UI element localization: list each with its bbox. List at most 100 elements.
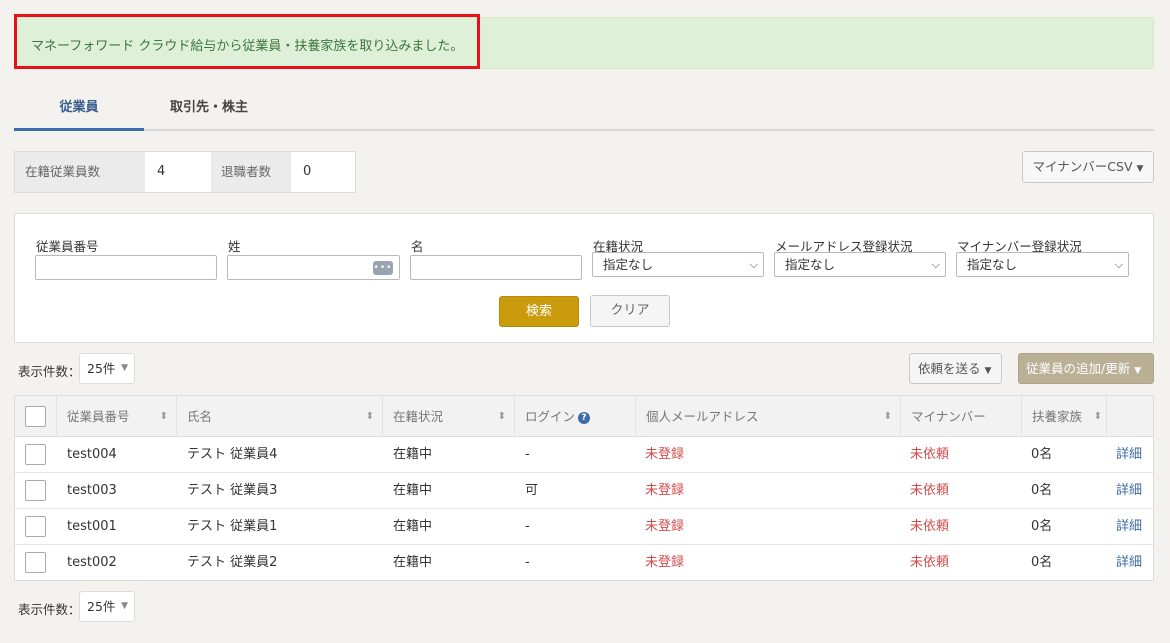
- caret-down-icon: ▼: [1136, 164, 1144, 174]
- row-checkbox[interactable]: [25, 552, 46, 573]
- caret-down-icon: ▼: [121, 601, 128, 611]
- mynumber-cell: 未依頼: [910, 555, 950, 570]
- status-cell: 在籍中: [393, 483, 433, 498]
- first-name-input[interactable]: [410, 255, 582, 280]
- alert-highlight-box: [14, 14, 480, 69]
- header-name-label: 氏名: [187, 409, 213, 424]
- table-row: test003 テスト 従業員3 在籍中 可 未登録 未依頼 0名 詳細: [15, 473, 1153, 509]
- header-login: ログイン?: [515, 396, 636, 437]
- sort-icon: ⬍: [159, 411, 168, 422]
- tab-employees[interactable]: 従業員: [14, 88, 144, 131]
- chevron-down-icon: ⌵: [1114, 258, 1123, 271]
- table-row: test002 テスト 従業員2 在籍中 - 未登録 未依頼 0名 詳細: [15, 545, 1153, 581]
- name-cell: テスト 従業員2: [187, 555, 278, 570]
- name-cell: テスト 従業員1: [187, 519, 278, 534]
- tab-bar: 従業員 取引先・株主: [14, 88, 1154, 131]
- caret-down-icon: ▼: [121, 363, 128, 373]
- active-count-value: 4: [145, 152, 211, 192]
- per-page-dropdown[interactable]: 25件 ▼: [79, 353, 135, 384]
- email-cell: 未登録: [645, 447, 685, 462]
- status-cell: 在籍中: [393, 555, 433, 570]
- name-cell: テスト 従業員3: [187, 483, 278, 498]
- dependents-cell: 0名: [1031, 447, 1053, 462]
- email-status-select-value: 指定なし: [785, 257, 836, 272]
- header-mynumber-label: マイナンバー: [911, 409, 986, 424]
- mynumber-status-select-value: 指定なし: [967, 257, 1018, 272]
- mynumber-csv-label: マイナンバーCSV: [1032, 159, 1133, 174]
- employee-no-cell: test003: [67, 483, 117, 498]
- more-dots-icon[interactable]: •••: [373, 261, 393, 275]
- header-name[interactable]: 氏名 ⬍: [177, 396, 383, 437]
- per-page-dropdown[interactable]: 25件 ▼: [79, 591, 135, 622]
- caret-down-icon: ▼: [984, 366, 992, 376]
- email-status-select[interactable]: 指定なし ⌵: [774, 252, 946, 277]
- dependents-cell: 0名: [1031, 519, 1053, 534]
- first-name-label: 名: [411, 239, 424, 254]
- sort-icon: ⬍: [497, 411, 506, 422]
- header-employee-no[interactable]: 従業員番号 ⬍: [57, 396, 177, 437]
- employee-counts: 在籍従業員数 4 退職者数 0: [14, 151, 356, 193]
- dependents-cell: 0名: [1031, 555, 1053, 570]
- row-checkbox[interactable]: [25, 516, 46, 537]
- tab-clients-shareholders[interactable]: 取引先・株主: [144, 88, 274, 131]
- header-login-label: ログイン: [525, 409, 576, 424]
- sort-icon: ⬍: [1093, 411, 1102, 422]
- status-select[interactable]: 指定なし ⌵: [592, 252, 764, 277]
- select-all-checkbox[interactable]: [25, 406, 46, 427]
- row-checkbox[interactable]: [25, 444, 46, 465]
- mynumber-cell: 未依頼: [910, 483, 950, 498]
- detail-link[interactable]: 詳細: [1116, 437, 1142, 473]
- per-page-label: 表示件数：: [18, 364, 81, 379]
- header-dependents[interactable]: 扶養家族 ⬍: [1022, 396, 1107, 437]
- header-employee-no-label: 従業員番号: [67, 409, 130, 424]
- employee-no-input[interactable]: [35, 255, 217, 280]
- per-page-label: 表示件数：: [18, 602, 81, 617]
- search-button[interactable]: 検索: [499, 296, 579, 327]
- chevron-down-icon: ⌵: [931, 258, 940, 271]
- send-request-label: 依頼を送る: [918, 361, 981, 376]
- sort-icon: ⬍: [365, 411, 374, 422]
- header-status-label: 在籍状況: [393, 409, 444, 424]
- chevron-down-icon: ⌵: [749, 258, 758, 271]
- dependents-cell: 0名: [1031, 483, 1053, 498]
- name-cell: テスト 従業員4: [187, 447, 278, 462]
- table-row: test001 テスト 従業員1 在籍中 - 未登録 未依頼 0名 詳細: [15, 509, 1153, 545]
- mynumber-cell: 未依頼: [910, 519, 950, 534]
- per-page-value: 25件: [87, 361, 116, 376]
- last-name-input[interactable]: •••: [227, 255, 400, 280]
- employee-no-label: 従業員番号: [36, 239, 99, 254]
- add-update-employee-button[interactable]: 従業員の追加/更新 ▼: [1018, 353, 1154, 384]
- mynumber-csv-button[interactable]: マイナンバーCSV ▼: [1022, 151, 1154, 183]
- email-cell: 未登録: [645, 519, 685, 534]
- clear-button[interactable]: クリア: [590, 295, 670, 327]
- help-icon[interactable]: ?: [578, 411, 591, 424]
- email-cell: 未登録: [645, 555, 685, 570]
- send-request-button[interactable]: 依頼を送る ▼: [909, 353, 1002, 384]
- active-count-label: 在籍従業員数: [15, 152, 145, 192]
- header-email[interactable]: 個人メールアドレス ⬍: [636, 396, 901, 437]
- table-header: 従業員番号 ⬍ 氏名 ⬍ 在籍状況 ⬍ ログイン? 個人メールアドレス ⬍ マイ…: [15, 396, 1153, 437]
- caret-down-icon: ▼: [1134, 366, 1142, 376]
- login-cell: 可: [525, 483, 539, 498]
- detail-link[interactable]: 詳細: [1116, 509, 1142, 545]
- header-email-label: 個人メールアドレス: [646, 409, 759, 424]
- detail-link[interactable]: 詳細: [1116, 545, 1142, 581]
- add-update-employee-label: 従業員の追加/更新: [1026, 361, 1131, 376]
- retired-count-label: 退職者数: [211, 152, 291, 192]
- employee-no-cell: test002: [67, 555, 117, 570]
- header-select-cell: [15, 396, 57, 437]
- header-mynumber: マイナンバー: [901, 396, 1022, 437]
- row-checkbox[interactable]: [25, 480, 46, 501]
- status-cell: 在籍中: [393, 519, 433, 534]
- login-cell: -: [525, 519, 530, 534]
- mynumber-status-select[interactable]: 指定なし ⌵: [956, 252, 1129, 277]
- header-status[interactable]: 在籍状況 ⬍: [383, 396, 515, 437]
- status-cell: 在籍中: [393, 447, 433, 462]
- login-cell: -: [525, 555, 530, 570]
- header-detail: [1107, 396, 1153, 437]
- status-select-value: 指定なし: [603, 257, 654, 272]
- mynumber-cell: 未依頼: [910, 447, 950, 462]
- last-name-label: 姓: [228, 239, 241, 254]
- login-cell: -: [525, 447, 530, 462]
- detail-link[interactable]: 詳細: [1116, 473, 1142, 509]
